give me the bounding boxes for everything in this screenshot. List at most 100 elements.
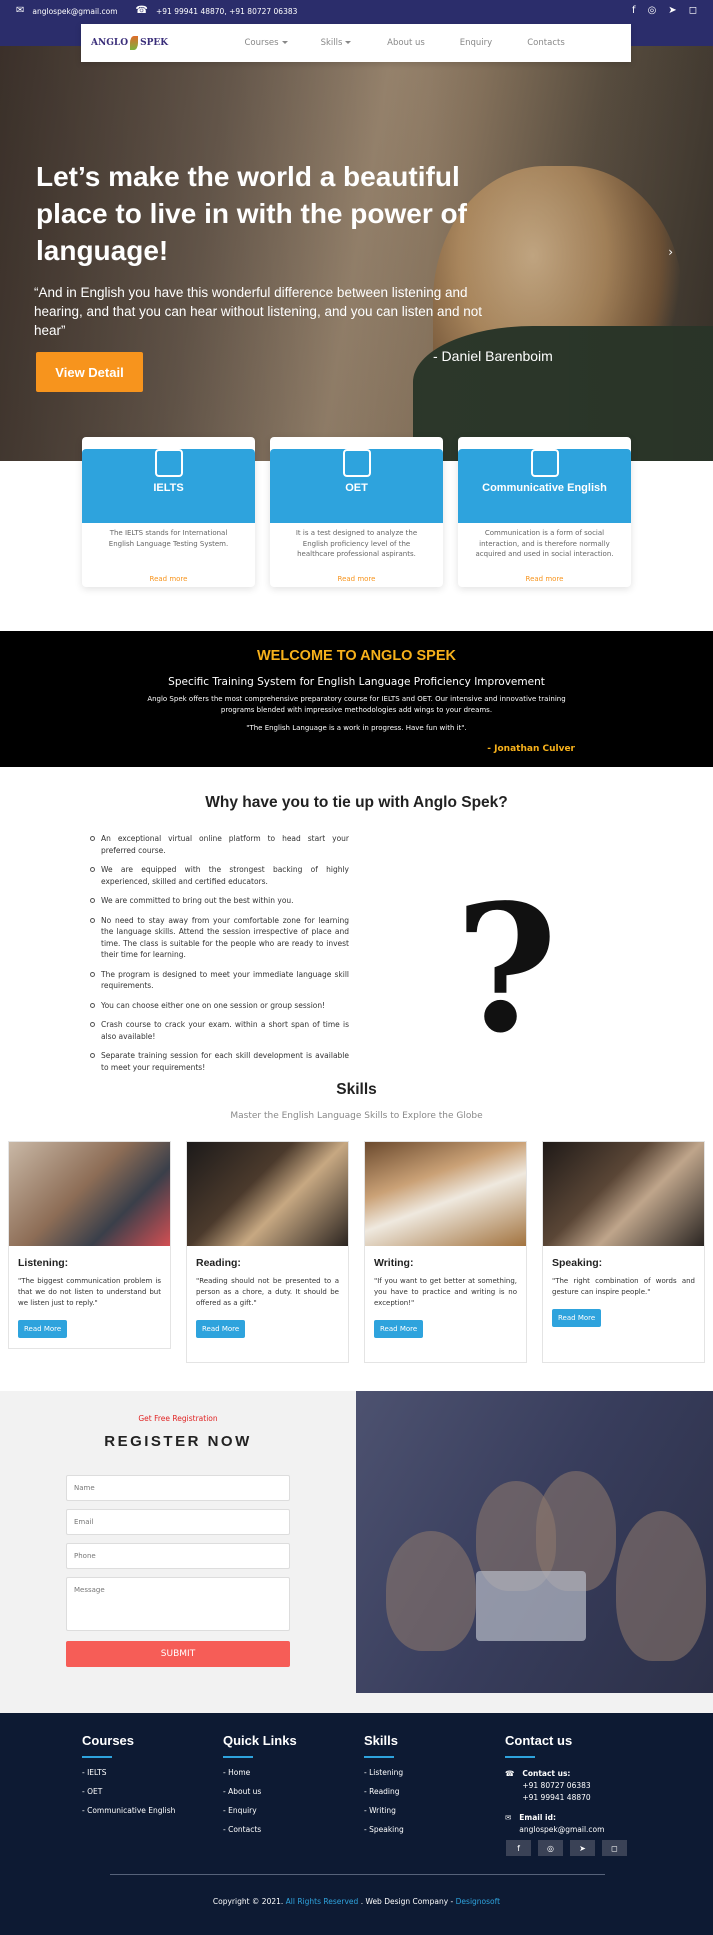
nav-skills[interactable]: Skills: [301, 38, 371, 48]
footer-skills: Skills - Listening - Reading - Writing -…: [364, 1733, 404, 1834]
course-desc: Communication is a form of social intera…: [475, 529, 614, 558]
list-item: We are committed to bring out the best w…: [89, 895, 349, 907]
name-input[interactable]: Name: [66, 1475, 290, 1501]
skill-title: Writing:: [374, 1257, 414, 1269]
next-slide-icon[interactable]: ›: [668, 245, 673, 259]
skill-text: "The right combination of words and gest…: [552, 1277, 695, 1296]
students-photo: [356, 1391, 713, 1693]
book-icon: [530, 449, 559, 477]
footer-email[interactable]: anglospek@gmail.com: [519, 1824, 604, 1836]
logo-text-left: ANGLO: [91, 38, 129, 48]
read-more-link[interactable]: Read more: [458, 575, 631, 583]
company-link[interactable]: Designosoft: [456, 1897, 500, 1906]
speaking-photo: [543, 1142, 704, 1246]
email-input[interactable]: Email: [66, 1509, 290, 1535]
nav-courses[interactable]: Courses: [231, 38, 301, 48]
phone-input[interactable]: Phone: [66, 1543, 290, 1569]
facebook-icon[interactable]: f: [632, 6, 636, 16]
course-title: IELTS: [153, 482, 184, 494]
course-card-ielts[interactable]: IELTS The IELTS stands for International…: [82, 437, 255, 587]
list-item: Crash course to crack your exam. within …: [89, 1019, 349, 1042]
list-item: We are equipped with the strongest backi…: [89, 864, 349, 887]
skill-title: Listening:: [18, 1257, 69, 1269]
welcome-section: WELCOME TO ANGLO SPEK Specific Training …: [0, 631, 713, 767]
whatsapp-icon[interactable]: ◎: [648, 6, 657, 16]
telegram-icon[interactable]: ➤: [668, 6, 676, 16]
nav-enquiry[interactable]: Enquiry: [441, 38, 511, 48]
nav-contacts[interactable]: Contacts: [511, 38, 581, 48]
footer-link[interactable]: - Speaking: [364, 1825, 404, 1834]
skill-card-listening: Listening: "The biggest communication pr…: [8, 1141, 171, 1349]
site-logo[interactable]: ANGLO SPEK: [81, 36, 191, 50]
skills-title: Skills: [336, 1081, 377, 1098]
why-section: Why have you to tie up with Anglo Spek? …: [0, 767, 713, 1077]
footer-courses-title: Courses: [82, 1733, 135, 1748]
why-title: Why have you to tie up with Anglo Spek?: [205, 794, 508, 811]
welcome-title: WELCOME TO ANGLO SPEK: [257, 648, 456, 664]
skill-title: Reading:: [196, 1257, 241, 1269]
question-mark-graphic: ?: [455, 867, 558, 1072]
read-more-button[interactable]: Read More: [18, 1320, 68, 1338]
footer-link[interactable]: - About us: [223, 1787, 297, 1796]
course-card-oet[interactable]: OET It is a test designed to analyze the…: [270, 437, 443, 587]
welcome-author: - Jonathan Culver: [487, 744, 575, 754]
footer-phone[interactable]: +91 80727 06383: [522, 1780, 590, 1792]
phone-text: +91 99941 48870, +91 80727 06383: [156, 6, 298, 16]
envelope-icon: ✉: [505, 1813, 512, 1822]
telegram-icon[interactable]: ➤: [570, 1840, 595, 1856]
copy-middle: . Web Design Company -: [360, 1897, 454, 1906]
navbar: ANGLO SPEK Courses Skills About us Enqui…: [81, 24, 631, 62]
course-title: Communicative English: [482, 482, 607, 494]
email-text: anglospek@gmail.com: [32, 6, 118, 16]
instagram-icon[interactable]: ◻: [602, 1840, 627, 1856]
reading-photo: [187, 1142, 348, 1246]
footer-link[interactable]: - Communicative English: [82, 1806, 175, 1815]
certificate-icon: [342, 449, 371, 477]
footer-contact-title: Contact us: [505, 1733, 573, 1748]
course-desc: It is a test designed to analyze the Eng…: [295, 529, 418, 558]
list-item: No need to stay away from your comfortab…: [89, 915, 349, 961]
instagram-icon[interactable]: ◻: [689, 6, 697, 16]
welcome-quote: "The English Language is a work in progr…: [246, 724, 467, 732]
footer-link[interactable]: - Contacts: [223, 1825, 297, 1834]
welcome-text: Anglo Spek offers the most comprehensive…: [147, 695, 566, 714]
footer-quick-links: Quick Links - Home - About us - Enquiry …: [223, 1733, 297, 1834]
phone-contact[interactable]: ☎ +91 99941 48870, +91 80727 06383: [136, 6, 298, 16]
whatsapp-icon[interactable]: ◎: [538, 1840, 563, 1856]
skill-text: "Reading should not be presented to a pe…: [196, 1277, 339, 1307]
footer-link[interactable]: - Writing: [364, 1806, 404, 1815]
footer-link[interactable]: - Reading: [364, 1787, 404, 1796]
register-section: Get Free Registration REGISTER NOW Name …: [0, 1391, 713, 1713]
read-more-button[interactable]: Read More: [374, 1320, 424, 1338]
skills-section: Skills Master the English Language Skill…: [0, 1081, 713, 1391]
footer-link[interactable]: - IELTS: [82, 1768, 175, 1777]
read-more-link[interactable]: Read more: [82, 575, 255, 583]
footer-link[interactable]: - Home: [223, 1768, 297, 1777]
email-contact[interactable]: ✉ anglospek@gmail.com: [16, 6, 118, 16]
listening-photo: [9, 1142, 170, 1246]
footer-link[interactable]: - Enquiry: [223, 1806, 297, 1815]
list-item: The program is designed to meet your imm…: [89, 969, 349, 992]
facebook-icon[interactable]: f: [506, 1840, 531, 1856]
welcome-subtitle: Specific Training System for English Lan…: [168, 676, 545, 688]
logo-text-right: SPEK: [140, 38, 169, 48]
writing-photo: [365, 1142, 526, 1246]
read-more-button[interactable]: Read More: [552, 1309, 602, 1327]
view-detail-button[interactable]: View Detail: [36, 352, 143, 392]
nav-about[interactable]: About us: [371, 38, 441, 48]
footer-link[interactable]: - Listening: [364, 1768, 404, 1777]
footer-phone[interactable]: +91 99941 48870: [522, 1792, 590, 1804]
rights-link[interactable]: All Rights Reserved: [286, 1897, 359, 1906]
hero-headline: Let’s make the world a beautiful place t…: [36, 161, 467, 266]
skill-text: "If you want to get better at something,…: [374, 1277, 517, 1307]
read-more-button[interactable]: Read More: [196, 1320, 246, 1338]
course-desc: The IELTS stands for International Engli…: [108, 529, 229, 548]
footer-link[interactable]: - OET: [82, 1787, 175, 1796]
course-card-communicative[interactable]: Communicative English Communication is a…: [458, 437, 631, 587]
footer-skills-title: Skills: [364, 1733, 398, 1748]
submit-button[interactable]: SUBMIT: [66, 1641, 290, 1667]
read-more-link[interactable]: Read more: [270, 575, 443, 583]
message-textarea[interactable]: Message: [66, 1577, 290, 1631]
skills-subtitle: Master the English Language Skills to Ex…: [230, 1111, 483, 1121]
footer-social: f ◎ ➤ ◻: [506, 1840, 627, 1856]
